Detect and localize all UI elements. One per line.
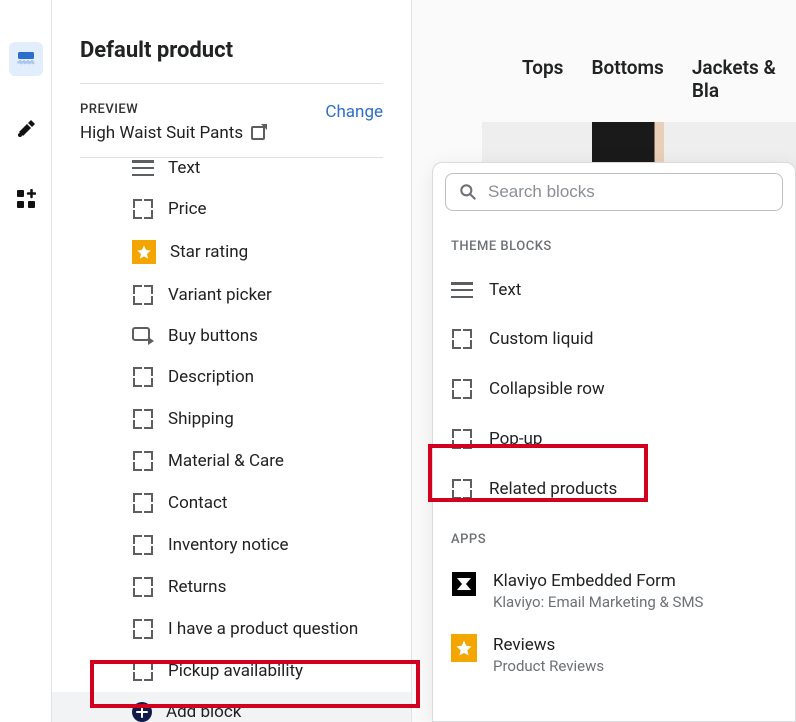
text-icon (132, 160, 154, 176)
block-star-rating[interactable]: Star rating (52, 230, 411, 274)
block-shipping[interactable]: Shipping (52, 398, 411, 440)
paintbrush-icon (15, 118, 37, 140)
theme-blocks-header: THEME BLOCKS (433, 221, 795, 266)
block-material-care[interactable]: Material & Care (52, 440, 411, 482)
plus-circle-icon (132, 702, 152, 722)
nav-link[interactable]: Bottoms (591, 56, 663, 102)
bracket-icon (451, 328, 473, 350)
block-price[interactable]: Price (52, 188, 411, 230)
sections-icon (16, 49, 36, 69)
preview-pane: Tops Bottoms Jackets & Bla THEME BLOCKS … (412, 0, 796, 722)
klaviyo-icon (452, 572, 476, 596)
bracket-icon (451, 428, 473, 450)
rail-theme[interactable] (9, 112, 43, 146)
picker-custom-liquid[interactable]: Custom liquid (433, 314, 795, 364)
nav-link[interactable]: Tops (522, 56, 563, 102)
page-title: Default product (80, 38, 383, 84)
picker-collapsible-row[interactable]: Collapsible row (433, 364, 795, 414)
block-text[interactable]: Text (52, 158, 411, 188)
bracket-icon (132, 408, 154, 430)
star-icon (451, 634, 477, 662)
app-klaviyo[interactable]: Klaviyo Embedded Form Klaviyo: Email Mar… (433, 559, 795, 623)
app-reviews[interactable]: Reviews Product Reviews (433, 623, 795, 687)
block-product-question[interactable]: I have a product question (52, 608, 411, 650)
picker-related-products[interactable]: Related products (433, 464, 795, 514)
search-icon (458, 182, 478, 202)
preview-product: High Waist Suit Pants (80, 123, 265, 143)
search-blocks-input[interactable] (445, 173, 783, 211)
bracket-icon (132, 450, 154, 472)
store-nav: Tops Bottoms Jackets & Bla (522, 56, 796, 102)
block-inventory-notice[interactable]: Inventory notice (52, 524, 411, 566)
bracket-icon (451, 478, 473, 500)
grid-plus-icon (16, 189, 36, 209)
sidebar: Default product PREVIEW High Waist Suit … (52, 0, 412, 722)
nav-link[interactable]: Jackets & Bla (692, 56, 796, 102)
block-contact[interactable]: Contact (52, 482, 411, 524)
rail-sections[interactable] (9, 42, 43, 76)
block-returns[interactable]: Returns (52, 566, 411, 608)
apps-header: APPS (433, 514, 795, 559)
bracket-icon (451, 378, 473, 400)
star-icon (132, 240, 156, 264)
block-pickup-availability[interactable]: Pickup availability (52, 650, 411, 692)
bracket-icon (132, 576, 154, 598)
bracket-icon (132, 366, 154, 388)
change-preview-link[interactable]: Change (325, 102, 383, 122)
text-icon (451, 282, 473, 298)
block-variant-picker[interactable]: Variant picker (52, 274, 411, 316)
block-description[interactable]: Description (52, 356, 411, 398)
preview-heading: PREVIEW (80, 102, 265, 117)
block-picker-popover: THEME BLOCKS Text Custom liquid Collapsi… (432, 162, 796, 722)
bracket-icon (132, 534, 154, 556)
bracket-icon (132, 660, 154, 682)
picker-text[interactable]: Text (433, 266, 795, 314)
block-buy-buttons[interactable]: Buy buttons (52, 316, 411, 356)
picker-popup[interactable]: Pop-up (433, 414, 795, 464)
bracket-icon (132, 284, 154, 306)
block-list: Text Price Star rating Variant picker Bu… (52, 158, 411, 722)
bracket-icon (132, 618, 154, 640)
bracket-icon (132, 198, 154, 220)
buy-icon (132, 327, 154, 345)
add-block-button[interactable]: Add block (52, 692, 411, 722)
icon-rail (0, 0, 52, 722)
bracket-icon (132, 492, 154, 514)
rail-apps[interactable] (9, 182, 43, 216)
open-external-icon[interactable] (251, 126, 265, 140)
